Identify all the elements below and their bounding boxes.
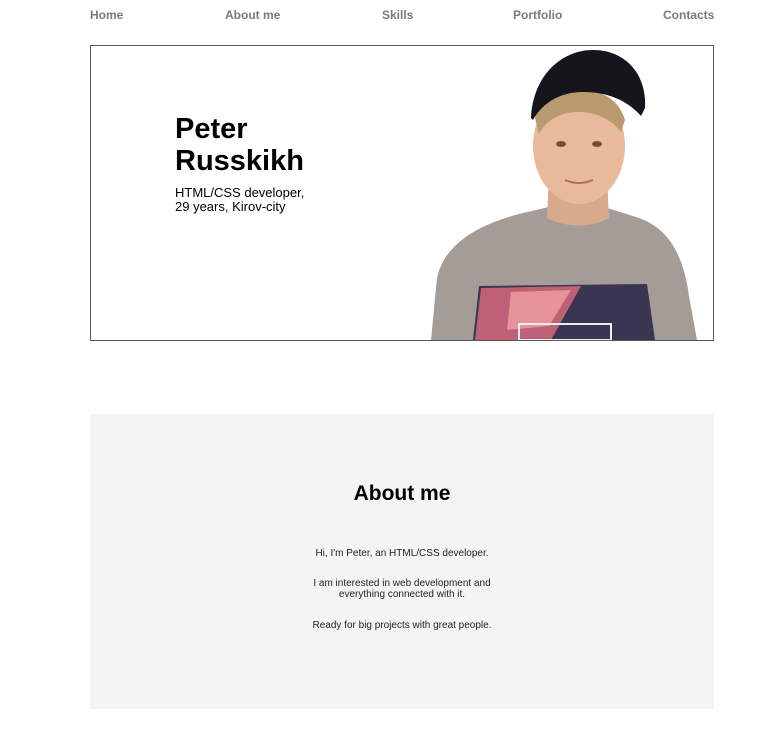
hero-name-last: Russkikh <box>175 145 304 177</box>
nav-link-home[interactable]: Home <box>90 8 123 22</box>
hero-subtitle-line1: HTML/CSS developer, <box>175 185 305 200</box>
nav-link-portfolio[interactable]: Portfolio <box>513 8 562 22</box>
about-paragraph-1: Hi, I'm Peter, an HTML/CSS developer. <box>315 548 489 559</box>
about-paragraph-2: I am interested in web development and e… <box>313 578 491 600</box>
main-nav: Home About me Skills Portfolio Contacts <box>90 0 714 30</box>
nav-link-skills[interactable]: Skills <box>382 8 413 22</box>
hero-subtitle-line2: 29 years, Kirov-city <box>175 199 286 214</box>
hero-name-first: Peter <box>175 113 248 145</box>
hero-subtitle: HTML/CSS developer, 29 years, Kirov-city <box>175 186 325 214</box>
profile-photo <box>431 50 697 340</box>
nav-link-contacts[interactable]: Contacts <box>663 8 714 22</box>
nav-link-about[interactable]: About me <box>225 8 280 22</box>
about-section: About me Hi, I'm Peter, an HTML/CSS deve… <box>90 414 714 709</box>
about-paragraph-3: Ready for big projects with great people… <box>312 620 492 631</box>
hero-name: Peter Russkikh <box>175 113 375 177</box>
hero-section: Peter Russkikh HTML/CSS developer, 29 ye… <box>90 45 714 341</box>
about-title: About me <box>353 482 451 505</box>
